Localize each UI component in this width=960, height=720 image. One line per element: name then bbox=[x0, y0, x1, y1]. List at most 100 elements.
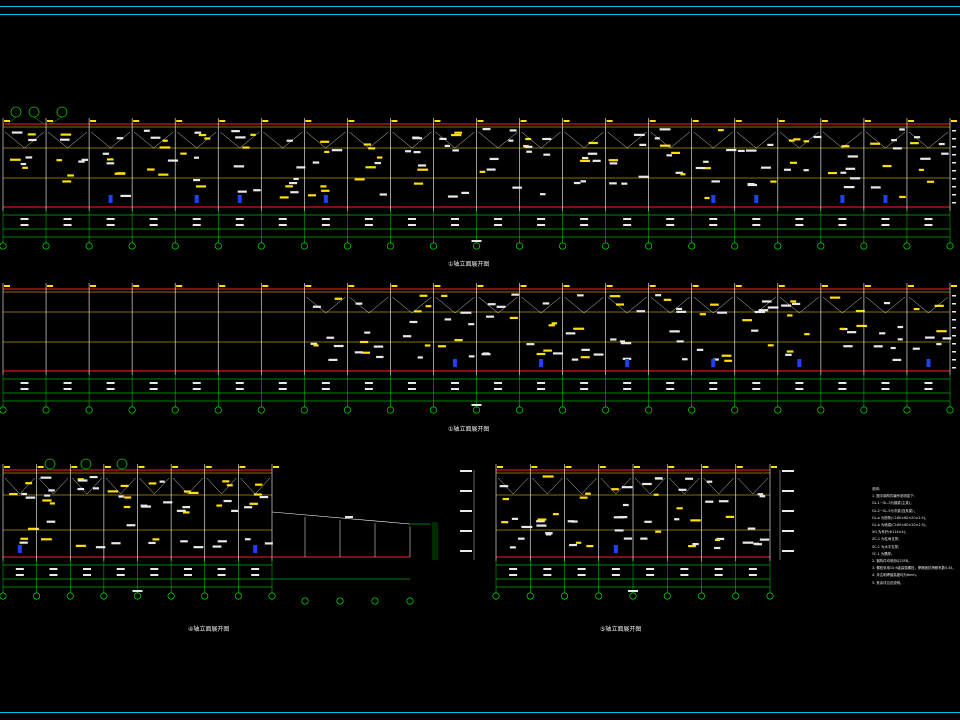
notes-line: YC-1 为隅撑； bbox=[872, 551, 895, 556]
member-tag bbox=[320, 140, 330, 143]
dimension-text bbox=[106, 224, 115, 226]
dimension-text bbox=[321, 224, 330, 226]
edge-tick bbox=[952, 186, 956, 188]
member-tag bbox=[509, 316, 518, 319]
top-tag bbox=[606, 120, 613, 122]
member-tag bbox=[610, 338, 617, 341]
cad-drawing-canvas[interactable] bbox=[0, 0, 960, 720]
dimension-text bbox=[623, 224, 632, 226]
edge-tick bbox=[952, 162, 956, 164]
axis-bubble bbox=[100, 592, 108, 600]
member-tag bbox=[579, 159, 591, 162]
top-tag bbox=[104, 466, 111, 468]
axis-bubble bbox=[903, 242, 911, 250]
dimension-text bbox=[795, 388, 804, 390]
member-tag bbox=[334, 297, 343, 300]
member-tag bbox=[714, 538, 721, 542]
member-tag bbox=[217, 540, 227, 543]
member-tag bbox=[159, 480, 165, 483]
member-tag bbox=[747, 527, 756, 530]
member-tag bbox=[640, 537, 648, 540]
dimension-text bbox=[543, 568, 552, 570]
member-tag bbox=[180, 152, 187, 155]
member-tag bbox=[331, 149, 343, 152]
axis-bubble bbox=[629, 592, 637, 600]
edge-tick bbox=[952, 303, 956, 305]
member-tag bbox=[843, 185, 855, 189]
member-tag bbox=[695, 166, 705, 170]
member-tag bbox=[543, 153, 551, 156]
member-tag bbox=[231, 130, 240, 133]
member-tag bbox=[585, 492, 591, 495]
brace-line bbox=[670, 296, 690, 314]
dimension-text bbox=[450, 224, 459, 226]
member-tag bbox=[914, 136, 921, 139]
member-tag bbox=[938, 142, 945, 146]
detail-bubble bbox=[28, 106, 40, 118]
axis-bubble bbox=[526, 592, 534, 600]
level-tag bbox=[460, 530, 472, 532]
member-tag bbox=[216, 504, 223, 507]
member-tag bbox=[126, 524, 136, 527]
axis-bubble bbox=[946, 406, 954, 414]
top-tag bbox=[771, 466, 777, 468]
member-tag bbox=[25, 482, 33, 485]
dimension-text bbox=[450, 382, 459, 384]
member-tag bbox=[676, 507, 683, 510]
dimension-text bbox=[49, 574, 58, 576]
member-tag bbox=[176, 509, 186, 512]
overall-dimension-text bbox=[132, 590, 143, 592]
member-tag bbox=[417, 356, 423, 359]
member-tag bbox=[536, 352, 546, 356]
member-tag bbox=[499, 485, 509, 488]
member-tag bbox=[188, 491, 199, 495]
door-opening bbox=[926, 359, 931, 367]
member-tag bbox=[293, 177, 299, 181]
top-tag bbox=[4, 285, 10, 287]
member-tag bbox=[21, 492, 27, 496]
edge-tick bbox=[952, 146, 956, 148]
axis-bubble bbox=[817, 242, 825, 250]
member-tag bbox=[487, 303, 496, 306]
member-tag bbox=[620, 342, 632, 345]
member-tag bbox=[193, 546, 204, 549]
member-tag bbox=[452, 149, 459, 152]
member-tag bbox=[44, 494, 51, 497]
top-tag bbox=[239, 466, 246, 468]
member-tag bbox=[676, 340, 684, 343]
dimension-text bbox=[15, 574, 24, 576]
brace-line bbox=[521, 296, 542, 314]
member-tag bbox=[573, 181, 581, 185]
member-tag bbox=[279, 196, 289, 199]
member-tag bbox=[116, 172, 126, 175]
member-tag bbox=[244, 506, 253, 509]
member-tag bbox=[180, 540, 188, 543]
member-tag bbox=[536, 524, 547, 527]
axis-bubble bbox=[42, 242, 50, 250]
member-tag bbox=[567, 520, 575, 523]
member-tag bbox=[767, 143, 774, 147]
axis-bubble bbox=[343, 406, 351, 414]
member-tag bbox=[792, 302, 801, 306]
member-tag bbox=[92, 487, 99, 490]
member-tag bbox=[789, 161, 797, 164]
top-tag bbox=[4, 466, 10, 468]
axis-bubble bbox=[697, 592, 705, 600]
axis-bubble bbox=[516, 242, 524, 250]
dimension-text bbox=[646, 568, 655, 570]
top-tag bbox=[133, 285, 140, 287]
notes-line: XG 为系杆(Φ114×4)； bbox=[872, 530, 909, 535]
top-tag bbox=[520, 120, 527, 122]
member-tag bbox=[696, 348, 704, 351]
detail-bubble bbox=[10, 106, 22, 118]
dimension-text bbox=[192, 382, 201, 384]
member-tag bbox=[611, 488, 619, 491]
dimension-text bbox=[217, 568, 226, 570]
member-tag bbox=[56, 159, 62, 162]
dimension-text bbox=[881, 218, 890, 220]
member-tag bbox=[671, 151, 680, 155]
member-tag bbox=[482, 128, 491, 131]
dimension-text bbox=[537, 382, 546, 384]
member-tag bbox=[892, 147, 902, 150]
dimension-text bbox=[666, 388, 675, 390]
